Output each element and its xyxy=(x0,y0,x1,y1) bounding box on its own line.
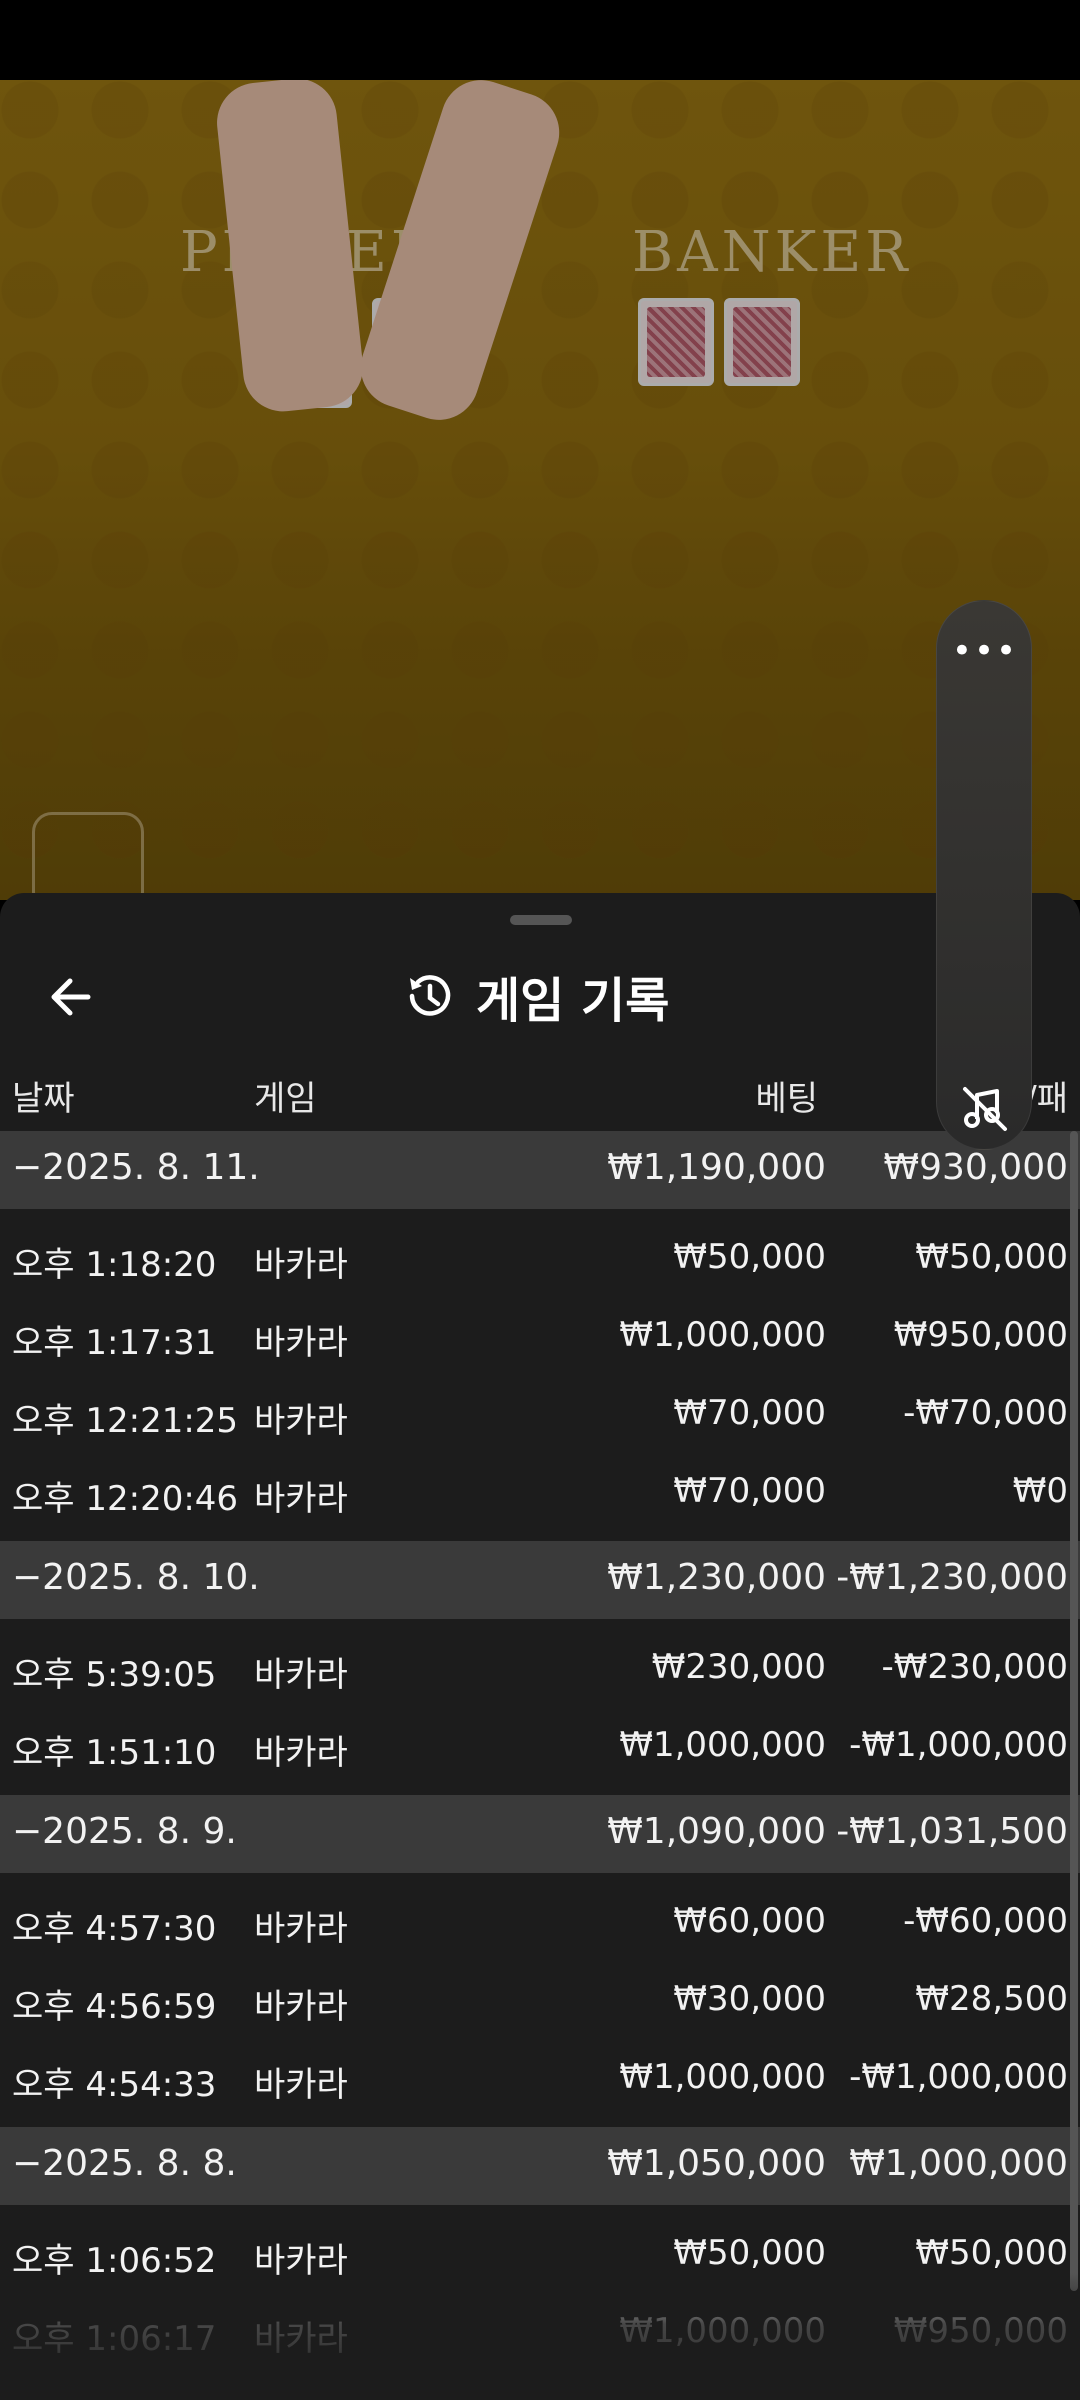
banker-card xyxy=(638,298,714,386)
group-date: −2025. 8. 10. xyxy=(12,1557,260,1598)
table-row[interactable]: 오후 4:54:33 바카라 ₩1,000,000 -₩1,000,000 xyxy=(0,2039,1080,2117)
player-card xyxy=(372,298,444,386)
row-bet: ₩1,000,000 xyxy=(619,2057,826,2097)
table-row[interactable]: 오후 12:20:46 바카라 ₩70,000 ₩0 xyxy=(0,1453,1080,1531)
row-payout: -₩1,000,000 xyxy=(849,1725,1068,1765)
group-bet-total: ₩1,050,000 xyxy=(607,2143,826,2184)
table-row[interactable]: 오후 1:06:17 바카라 ₩1,000,000 ₩950,000 xyxy=(0,2293,1080,2371)
table-row[interactable]: 오후 1:17:31 바카라 ₩1,000,000 ₩950,000 xyxy=(0,1297,1080,1375)
group-date: −2025. 8. 11. xyxy=(12,1147,260,1188)
back-arrow-icon[interactable] xyxy=(42,965,106,1029)
row-time: 오후 1:18:20 xyxy=(12,1245,217,1285)
row-time: 오후 4:56:59 xyxy=(12,1987,217,2027)
column-header-date: 날짜 xyxy=(12,1079,75,1119)
row-game: 바카라 xyxy=(254,2319,348,2359)
row-bet: ₩230,000 xyxy=(651,1647,826,1687)
more-options-icon[interactable]: ••• xyxy=(937,634,1033,668)
floating-side-widget[interactable]: ••• xyxy=(936,600,1032,1150)
date-group-row[interactable]: −2025. 8. 8. ₩1,050,000 ₩1,000,000 xyxy=(0,2127,1080,2205)
status-bar xyxy=(0,0,1080,80)
row-game: 바카라 xyxy=(254,1733,348,1773)
row-time: 오후 4:54:33 xyxy=(12,2065,217,2105)
table-row[interactable]: 오후 12:21:25 바카라 ₩70,000 -₩70,000 xyxy=(0,1375,1080,1453)
group-payout-total: -₩1,230,000 xyxy=(836,1557,1068,1598)
table-row[interactable]: 오후 1:18:20 바카라 ₩50,000 ₩50,000 xyxy=(0,1219,1080,1297)
row-time: 오후 5:39:05 xyxy=(12,1655,217,1695)
row-time: 오후 12:21:25 xyxy=(12,1401,239,1441)
row-bet: ₩70,000 xyxy=(673,1471,826,1511)
table-row[interactable]: 오후 1:51:10 바카라 ₩1,000,000 -₩1,000,000 xyxy=(0,1707,1080,1785)
player-card xyxy=(280,320,352,408)
history-icon xyxy=(409,975,451,1016)
table-row[interactable]: 오후 4:56:59 바카라 ₩30,000 ₩28,500 xyxy=(0,1961,1080,2039)
panel-title-group: 게임 기록 xyxy=(400,961,669,1031)
group-bet-total: ₩1,090,000 xyxy=(607,1811,826,1852)
row-game: 바카라 xyxy=(254,2241,348,2281)
row-time: 오후 1:51:10 xyxy=(12,1733,217,1773)
group-bet-total: ₩1,230,000 xyxy=(607,1557,826,1598)
row-bet: ₩50,000 xyxy=(673,1237,826,1277)
drag-handle[interactable] xyxy=(510,915,572,925)
row-game: 바카라 xyxy=(254,1987,348,2027)
row-game: 바카라 xyxy=(254,1909,348,1949)
row-payout: ₩0 xyxy=(1012,1471,1068,1511)
dealer-hand-right xyxy=(350,80,570,431)
row-payout: ₩50,000 xyxy=(915,1237,1068,1277)
row-time: 오후 12:20:46 xyxy=(12,1479,239,1519)
row-time: 오후 1:17:31 xyxy=(12,1323,217,1363)
scrollbar[interactable] xyxy=(1070,1131,1078,2291)
dealer-hand-left xyxy=(213,80,367,416)
row-bet: ₩1,000,000 xyxy=(619,1315,826,1355)
row-game: 바카라 xyxy=(254,1655,348,1695)
row-payout: ₩28,500 xyxy=(915,1979,1068,2019)
row-payout: ₩50,000 xyxy=(915,2233,1068,2273)
row-bet: ₩70,000 xyxy=(673,1393,826,1433)
panel-header: 게임 기록 xyxy=(0,943,1080,1043)
game-history-panel: 게임 기록 날짜 게임 베팅 승/패 −2025. 8. 11. ₩1,190,0… xyxy=(0,893,1080,2400)
row-game: 바카라 xyxy=(254,1479,348,1519)
player-label: PLAYER xyxy=(180,220,438,285)
banker-label: BANKER xyxy=(632,220,912,285)
date-group-row[interactable]: −2025. 8. 11. ₩1,190,000 ₩930,000 xyxy=(0,1131,1080,1209)
table-header: 날짜 게임 베팅 승/패 xyxy=(0,1063,1080,1123)
group-bet-total: ₩1,190,000 xyxy=(607,1147,826,1188)
group-payout-total: -₩1,031,500 xyxy=(836,1811,1068,1852)
row-payout: -₩60,000 xyxy=(903,1901,1068,1941)
column-header-bet: 베팅 xyxy=(755,1079,818,1119)
group-payout-total: ₩1,000,000 xyxy=(849,2143,1068,2184)
row-payout: -₩70,000 xyxy=(903,1393,1068,1433)
date-group-row[interactable]: −2025. 8. 9. ₩1,090,000 -₩1,031,500 xyxy=(0,1795,1080,1873)
group-payout-total: ₩930,000 xyxy=(883,1147,1068,1188)
banker-card xyxy=(724,298,800,386)
row-bet: ₩30,000 xyxy=(673,1979,826,2019)
row-bet: ₩60,000 xyxy=(673,1901,826,1941)
row-payout: ₩950,000 xyxy=(893,1315,1068,1355)
live-video-feed: PLAYER BANKER xyxy=(0,80,1080,900)
row-time: 오후 4:57:30 xyxy=(12,1909,217,1949)
column-header-game: 게임 xyxy=(254,1079,317,1119)
table-row[interactable]: 오후 1:06:52 바카라 ₩50,000 ₩50,000 xyxy=(0,2215,1080,2293)
table-row[interactable]: 오후 4:57:30 바카라 ₩60,000 -₩60,000 xyxy=(0,1883,1080,1961)
page-title: 게임 기록 xyxy=(476,973,670,1029)
row-game: 바카라 xyxy=(254,1245,348,1285)
group-date: −2025. 8. 9. xyxy=(12,1811,237,1852)
row-game: 바카라 xyxy=(254,1401,348,1441)
history-table: −2025. 8. 11. ₩1,190,000 ₩930,000 오후 1:18:2… xyxy=(0,1131,1080,2381)
row-payout: ₩950,000 xyxy=(893,2311,1068,2351)
mute-sound-icon[interactable] xyxy=(955,1079,1015,1139)
group-date: −2025. 8. 8. xyxy=(12,2143,237,2184)
date-group-row[interactable]: −2025. 8. 10. ₩1,230,000 -₩1,230,000 xyxy=(0,1541,1080,1619)
row-time: 오후 1:06:52 xyxy=(12,2241,217,2281)
row-game: 바카라 xyxy=(254,1323,348,1363)
row-bet: ₩1,000,000 xyxy=(619,2311,826,2351)
row-time: 오후 1:06:17 xyxy=(12,2319,217,2359)
row-bet: ₩1,000,000 xyxy=(619,1725,826,1765)
table-row[interactable]: 오후 5:39:05 바카라 ₩230,000 -₩230,000 xyxy=(0,1629,1080,1707)
row-bet: ₩50,000 xyxy=(673,2233,826,2273)
row-payout: -₩1,000,000 xyxy=(849,2057,1068,2097)
row-game: 바카라 xyxy=(254,2065,348,2105)
row-payout: -₩230,000 xyxy=(881,1647,1069,1687)
